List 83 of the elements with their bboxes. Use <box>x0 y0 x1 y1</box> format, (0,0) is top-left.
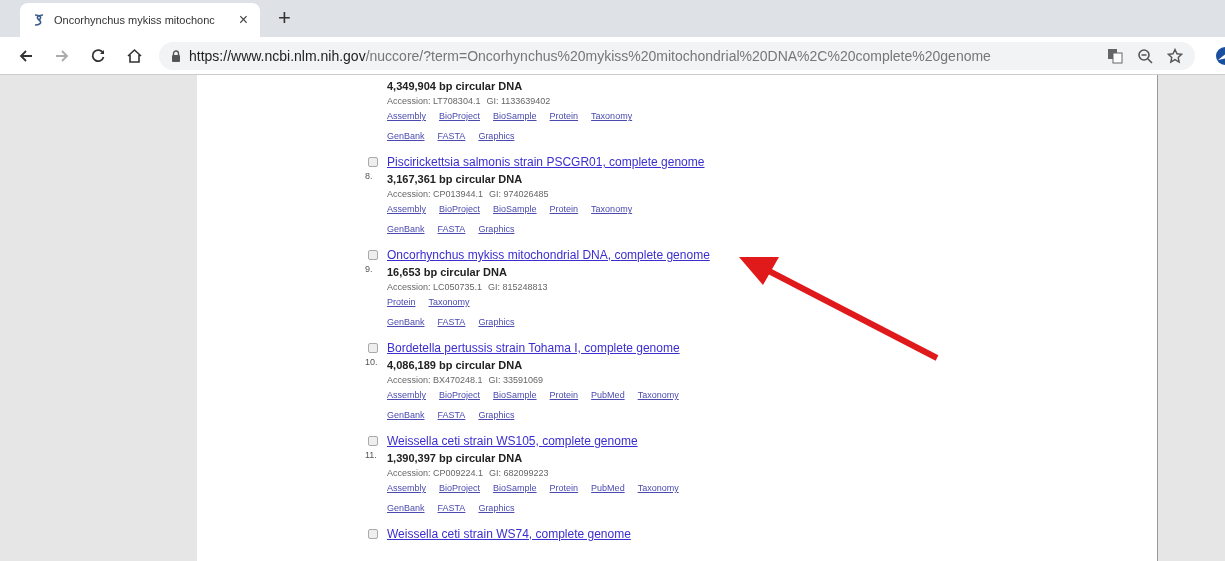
sequence-size: 16,653 bp circular DNA <box>387 265 508 280</box>
checkbox[interactable] <box>368 436 378 446</box>
helix-icon <box>32 13 46 27</box>
resource-link[interactable]: Taxonomy <box>591 109 633 124</box>
resource-link[interactable]: PubMed <box>591 388 625 403</box>
tab-title: Oncorhynchus mykiss mitochonc <box>54 14 216 26</box>
result-number: 8. <box>365 171 374 181</box>
lock-icon <box>171 49 181 62</box>
resource-link[interactable]: Protein <box>549 388 579 403</box>
resource-link[interactable]: Graphics <box>478 501 515 516</box>
new-tab-button[interactable]: + <box>260 5 309 37</box>
star-icon[interactable] <box>1167 47 1183 64</box>
resource-link[interactable]: Graphics <box>478 315 515 330</box>
result-number: 11. <box>365 450 378 460</box>
result-number: 9. <box>365 264 374 274</box>
result-number: 10. <box>365 357 379 367</box>
resource-link[interactable]: BioSample <box>493 388 537 403</box>
resource-link[interactable]: GenBank <box>387 315 425 330</box>
resource-link[interactable]: Assembly <box>387 388 426 403</box>
sequence-size: 1,390,397 bp circular DNA <box>387 451 524 466</box>
browser-tab[interactable]: Oncorhynchus mykiss mitochonc × <box>20 3 260 37</box>
accession-text: Accession: CP013944.1 <box>387 188 484 201</box>
resource-link[interactable]: Assembly <box>387 202 426 217</box>
checkbox[interactable] <box>368 343 378 353</box>
resource-link[interactable]: Assembly <box>387 109 426 124</box>
url-text: https://www.ncbi.nlm.nih.gov/nuccore/?term=Oncorhynchus%20mykiss%20mitochondrial%20DNA%2C%20complete%20genome <box>189 47 991 64</box>
back-icon[interactable] <box>18 47 34 64</box>
resource-link[interactable]: FASTA <box>437 408 466 423</box>
zoom-icon[interactable] <box>1137 47 1153 64</box>
translate-icon[interactable] <box>1107 47 1123 64</box>
resource-link[interactable]: Graphics <box>478 129 515 144</box>
result-title-link[interactable]: Weissella ceti strain WS74, complete genome <box>387 526 631 543</box>
resource-link[interactable]: Taxonomy <box>637 388 679 403</box>
resource-link[interactable]: GenBank <box>387 501 425 516</box>
gi-text: GI: 1133639402 <box>486 95 551 108</box>
sequence-size: 4,349,904 bp circular DNA <box>387 79 524 94</box>
accession-text: Accession: CP009224.1 <box>387 467 484 480</box>
result-title-link[interactable]: Bordetella pertussis strain Tohama I, complete genome <box>387 340 680 357</box>
close-tab-button[interactable]: × <box>238 11 248 29</box>
home-icon[interactable] <box>126 47 143 64</box>
resource-link[interactable]: FASTA <box>437 315 466 330</box>
resource-link[interactable]: BioProject <box>439 109 481 124</box>
resource-link[interactable]: FASTA <box>437 129 466 144</box>
accession-text: Accession: LC050735.1 <box>387 281 483 294</box>
resource-link[interactable]: Graphics <box>478 408 515 423</box>
sequence-size: 3,167,361 bp circular DNA <box>387 172 524 187</box>
sequence-size: 4,086,189 bp circular DNA <box>387 358 524 373</box>
result-title-link[interactable]: Piscirickettsia salmonis strain PSCGR01, complete genome <box>387 154 705 171</box>
resource-link[interactable]: Taxonomy <box>591 202 633 217</box>
resource-link[interactable]: Taxonomy <box>637 481 679 496</box>
resource-link[interactable]: FASTA <box>437 501 466 516</box>
resource-link[interactable]: BioProject <box>439 388 481 403</box>
resource-link[interactable]: GenBank <box>387 222 425 237</box>
accession-text: Accession: LT708304.1 <box>387 95 481 108</box>
resource-link[interactable]: Protein <box>549 202 579 217</box>
result-title-link[interactable]: Oncorhynchus mykiss mitochondrial DNA, complete genome <box>387 247 710 264</box>
resource-link[interactable]: BioSample <box>493 202 537 217</box>
resource-link[interactable]: BioSample <box>493 109 537 124</box>
checkbox[interactable] <box>368 529 378 539</box>
resource-link[interactable]: GenBank <box>387 408 425 423</box>
resource-link[interactable]: Protein <box>549 481 579 496</box>
resource-link[interactable]: FASTA <box>437 222 466 237</box>
gi-text: GI: 33591069 <box>488 374 544 387</box>
checkbox[interactable] <box>368 250 378 260</box>
gi-text: GI: 682099223 <box>489 467 549 480</box>
gi-text: GI: 974026485 <box>489 188 549 201</box>
resource-link[interactable]: PubMed <box>591 481 625 496</box>
resource-link[interactable]: Protein <box>549 109 579 124</box>
resource-link[interactable]: Assembly <box>387 481 426 496</box>
checkbox[interactable] <box>368 157 378 167</box>
reload-icon[interactable] <box>90 47 106 64</box>
resource-link[interactable]: GenBank <box>387 129 425 144</box>
profile-avatar[interactable] <box>1215 45 1225 66</box>
resource-link[interactable]: BioSample <box>493 481 537 496</box>
resource-link[interactable]: Graphics <box>478 222 515 237</box>
gi-text: GI: 815248813 <box>488 281 548 294</box>
resource-link[interactable]: BioProject <box>439 481 481 496</box>
accession-text: Accession: BX470248.1 <box>387 374 483 387</box>
resource-link[interactable]: Taxonomy <box>428 295 470 310</box>
resource-link[interactable]: Protein <box>387 295 416 310</box>
result-title-link[interactable]: Weissella ceti strain WS105, complete genome <box>387 433 679 450</box>
resource-link[interactable]: BioProject <box>439 202 481 217</box>
address-bar[interactable]: https://www.ncbi.nlm.nih.gov/nuccore/?term=Oncorhynchus%20mykiss%20mitochondrial%20DNA%2C%20complete%20genome <box>159 41 1195 70</box>
